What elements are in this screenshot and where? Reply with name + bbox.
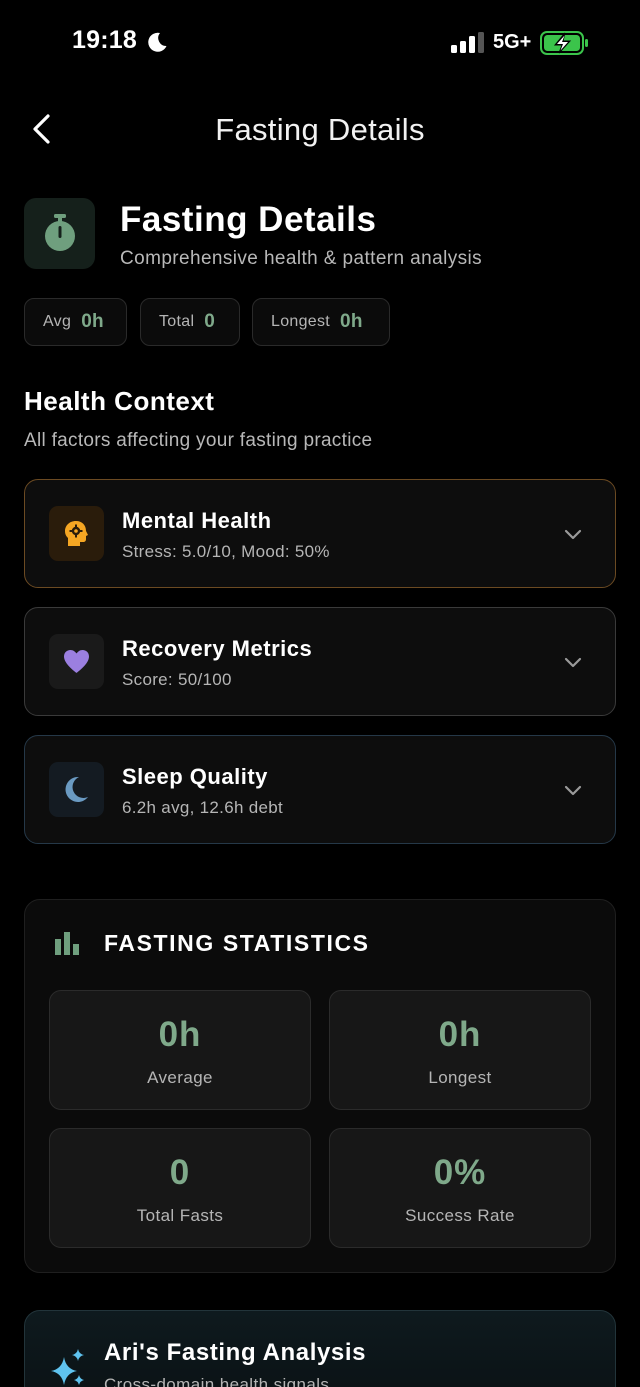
chevron-down-icon	[564, 529, 582, 540]
stat-value: 0h	[438, 1015, 482, 1054]
analysis-subtitle: Cross-domain health signals	[104, 1375, 330, 1387]
card-icon-container	[49, 762, 104, 817]
stat-value: 0h	[158, 1015, 202, 1054]
battery-charging-icon	[540, 31, 588, 55]
summary-chip-total: Total 0	[140, 298, 240, 346]
chip-value: 0h	[81, 311, 104, 332]
stat-label: Total Fasts	[136, 1206, 224, 1225]
nav-title: Fasting Details	[215, 112, 425, 147]
section-heading-health-context: Health Context	[24, 386, 215, 416]
cellular-signal-icon	[451, 32, 484, 53]
network-type-label: 5G+	[493, 31, 532, 53]
card-subtitle: 6.2h avg, 12.6h debt	[122, 798, 284, 817]
heart-icon	[64, 650, 89, 673]
crescent-moon-icon	[65, 776, 88, 802]
bar-chart-icon	[55, 932, 79, 955]
status-time: 19:18	[72, 26, 137, 54]
sleep-quality-card[interactable]: Sleep Quality 6.2h avg, 12.6h debt	[24, 735, 616, 844]
stat-tile-longest: 0h Longest	[329, 990, 591, 1110]
fasting-analysis-card[interactable]: Ari's Fasting Analysis Cross-domain heal…	[24, 1310, 616, 1387]
chevron-down-icon	[564, 657, 582, 668]
stat-value: 0%	[433, 1153, 487, 1192]
status-bar: 19:18 5G+	[0, 0, 640, 90]
stat-tile-success-rate: 0% Success Rate	[329, 1128, 591, 1248]
summary-chip-avg: Avg 0h	[24, 298, 127, 346]
chip-value: 0	[204, 311, 216, 332]
brain-head-icon	[65, 521, 88, 546]
section-description: All factors affecting your fasting pract…	[24, 430, 373, 451]
card-subtitle: Stress: 5.0/10, Mood: 50%	[122, 542, 330, 561]
stat-label: Success Rate	[405, 1206, 515, 1225]
stat-label: Average	[147, 1068, 213, 1087]
stat-label: Longest	[428, 1068, 492, 1087]
navigation-bar: Fasting Details	[0, 100, 640, 160]
stat-tile-average: 0h Average	[49, 990, 311, 1110]
summary-chip-longest: Longest 0h	[252, 298, 390, 346]
do-not-disturb-moon-icon	[148, 32, 167, 52]
hero-icon-container	[24, 198, 95, 269]
card-title: Recovery Metrics	[122, 636, 313, 661]
sparkle-icon	[51, 1349, 84, 1385]
analysis-title: Ari's Fasting Analysis	[104, 1339, 367, 1366]
card-icon-container	[49, 634, 104, 689]
card-title: Mental Health	[122, 508, 272, 533]
card-title: Sleep Quality	[122, 764, 268, 789]
chip-label: Avg	[43, 313, 72, 330]
chip-label: Total	[159, 313, 195, 330]
card-subtitle: Score: 50/100	[122, 670, 232, 689]
chip-value: 0h	[340, 311, 363, 332]
page-heading: Fasting Details	[120, 200, 377, 239]
stopwatch-icon	[45, 214, 75, 251]
fasting-statistics-panel: FASTING STATISTICS 0h Average 0h Longest…	[24, 899, 616, 1273]
statistics-title: FASTING STATISTICS	[104, 930, 370, 956]
recovery-metrics-card[interactable]: Recovery Metrics Score: 50/100	[24, 607, 616, 716]
page-subheading: Comprehensive health & pattern analysis	[120, 248, 483, 269]
chevron-down-icon	[564, 785, 582, 796]
chip-label: Longest	[271, 313, 331, 330]
stat-value: 0	[169, 1153, 191, 1192]
card-icon-container	[49, 506, 104, 561]
stat-tile-total-fasts: 0 Total Fasts	[49, 1128, 311, 1248]
mental-health-card[interactable]: Mental Health Stress: 5.0/10, Mood: 50%	[24, 479, 616, 588]
